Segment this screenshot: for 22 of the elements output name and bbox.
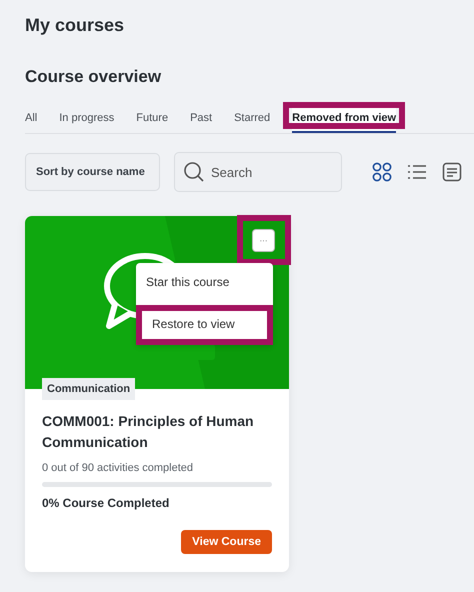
completion-text: 0% Course Completed	[42, 496, 170, 510]
summary-view-icon[interactable]	[442, 162, 462, 182]
activity-count: 0 out of 90 activities completed	[42, 462, 194, 474]
category-badge: Communication	[42, 378, 136, 400]
tab[interactable]: Starred	[234, 104, 270, 132]
tab[interactable]: Past	[190, 104, 212, 132]
search-box[interactable]: Search	[174, 152, 342, 192]
search-input[interactable]: Search	[211, 160, 333, 184]
tab[interactable]: All	[25, 104, 38, 132]
grid-view-icon[interactable]	[372, 162, 392, 182]
page-title: My courses	[25, 14, 126, 36]
menu-item[interactable]: Star this course	[136, 267, 273, 297]
search-icon	[183, 161, 205, 183]
section-title: Course overview	[25, 66, 162, 88]
tab[interactable]: In progress	[59, 104, 114, 132]
tab[interactable]: Future	[136, 104, 168, 132]
course-title[interactable]: COMM001: Principles of Human Communication	[42, 411, 272, 453]
view-course-button[interactable]: View Course	[181, 530, 272, 554]
sort-dropdown[interactable]: Sort by course name	[25, 153, 160, 191]
more-options-button[interactable]: ···	[253, 230, 274, 251]
list-view-icon[interactable]	[407, 162, 427, 182]
menu-item[interactable]: Restore to view	[136, 305, 273, 345]
